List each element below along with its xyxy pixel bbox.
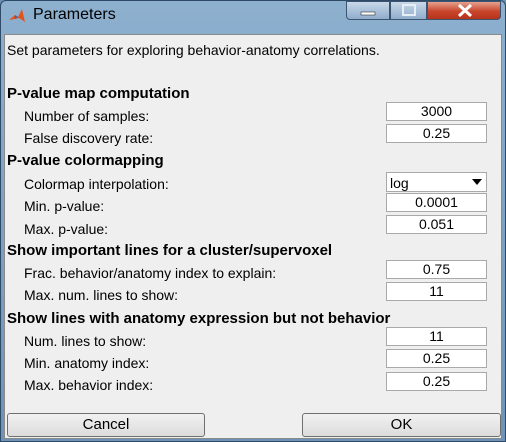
section-header-important-lines: Show important lines for a cluster/super… (7, 242, 333, 259)
min-pvalue-label: Min. p-value: (24, 198, 105, 214)
frac-index-field[interactable]: 0.75 (386, 260, 487, 279)
frac-index-label: Frac. behavior/anatomy index to explain: (24, 265, 277, 281)
min-anatomy-label: Min. anatomy index: (24, 355, 150, 371)
maximize-button[interactable] (390, 1, 427, 20)
section-header-pvalue-map: P-value map computation (7, 85, 190, 102)
parameters-dialog: Parameters Set parameters for exploring … (0, 0, 506, 442)
window-title: Parameters (33, 6, 116, 23)
section-header-anatomy-not-behavior: Show lines with anatomy expression but n… (7, 310, 391, 327)
max-pvalue-label: Max. p-value: (24, 221, 109, 237)
dialog-content: Set parameters for exploring behavior-an… (4, 34, 502, 439)
max-behavior-label: Max. behavior index: (24, 377, 154, 393)
close-icon (457, 3, 473, 18)
fdr-field[interactable]: 0.25 (386, 124, 487, 143)
min-pvalue-field[interactable]: 0.0001 (386, 193, 487, 212)
cancel-button[interactable]: Cancel (7, 413, 205, 437)
num-samples-field[interactable]: 3000 (386, 102, 487, 121)
max-num-lines-label: Max. num. lines to show: (24, 287, 179, 303)
num-lines-label: Num. lines to show: (24, 333, 147, 349)
colormap-interp-label: Colormap interpolation: (24, 176, 169, 192)
min-anatomy-field[interactable]: 0.25 (386, 349, 487, 368)
matlab-icon (9, 9, 25, 22)
colormap-interp-select[interactable]: log (386, 172, 487, 192)
num-samples-label: Number of samples: (24, 108, 150, 124)
colormap-interp-value: log (390, 175, 409, 191)
max-num-lines-field[interactable]: 11 (386, 282, 487, 301)
intro-text: Set parameters for exploring behavior-an… (7, 42, 380, 58)
section-header-colormapping: P-value colormapping (7, 152, 164, 169)
close-button[interactable] (427, 1, 501, 20)
title-bar[interactable]: Parameters (1, 1, 505, 31)
minimize-icon (360, 11, 376, 16)
maximize-icon (402, 4, 416, 16)
dropdown-arrow-icon (472, 179, 482, 185)
max-pvalue-field[interactable]: 0.051 (386, 215, 487, 234)
ok-button[interactable]: OK (302, 413, 501, 437)
fdr-label: False discovery rate: (24, 130, 154, 146)
max-behavior-field[interactable]: 0.25 (386, 372, 487, 391)
minimize-button[interactable] (346, 1, 390, 20)
num-lines-field[interactable]: 11 (386, 327, 487, 346)
